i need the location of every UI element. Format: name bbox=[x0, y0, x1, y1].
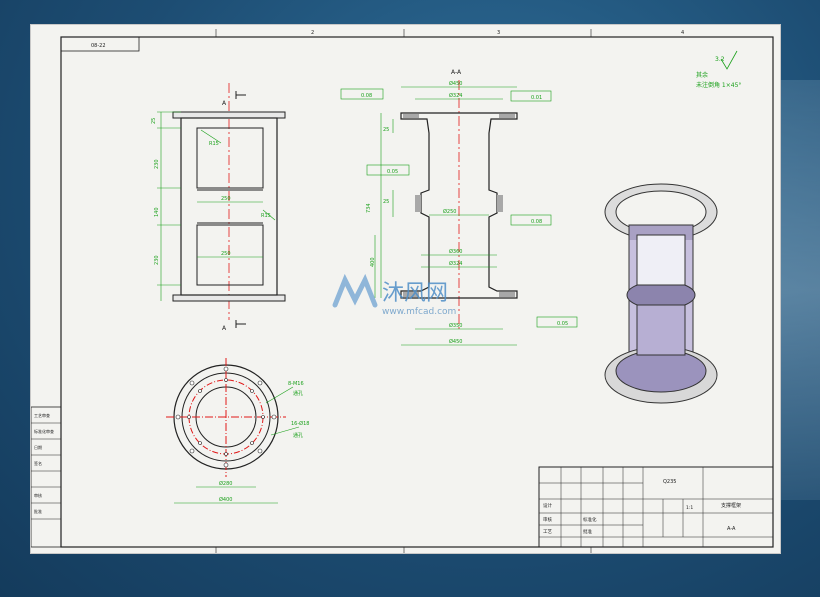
title-row-label: 标准化 bbox=[583, 516, 597, 523]
dim-label: 通孔 bbox=[293, 432, 303, 439]
material-label: Q235 bbox=[663, 479, 676, 485]
tolerance-value: 0.05 bbox=[557, 321, 568, 327]
title-row-label: 工艺 bbox=[543, 529, 552, 535]
drawing-number: A-A bbox=[727, 526, 736, 532]
left-col-label: 批准 bbox=[34, 508, 42, 514]
section-title: A-A bbox=[451, 69, 462, 76]
dim-label: Ø450 bbox=[449, 338, 462, 345]
dim-label: 250 bbox=[221, 251, 231, 257]
left-col-label: 工艺审查 bbox=[34, 412, 50, 418]
dim-label: 16-Ø18 bbox=[291, 420, 309, 427]
dim-label: Ø450 bbox=[449, 80, 462, 87]
dim-label: Ø324 bbox=[449, 260, 462, 267]
dim-label: R15 bbox=[209, 141, 219, 147]
dim-label: 734 bbox=[366, 203, 372, 213]
title-block: Q235 支撑框架 A-A 1:1 设计 审核 工艺 标准化 批准 bbox=[538, 466, 774, 548]
title-row-label: 批准 bbox=[583, 528, 592, 535]
left-col-label: 审核 bbox=[34, 492, 42, 498]
zone-label: 3 bbox=[497, 30, 500, 36]
dim-label: 140 bbox=[154, 207, 160, 217]
zone-label: 4 bbox=[681, 30, 684, 36]
note-line: 未注倒角 1×45° bbox=[696, 81, 741, 89]
dim-label: Ø280 bbox=[219, 480, 232, 487]
note-line: 其余 bbox=[696, 71, 708, 79]
watermark: 沐风网 www.mfcad.com bbox=[330, 270, 500, 324]
watermark-brand: 沐风网 bbox=[382, 281, 448, 306]
tolerance-value: 0.05 bbox=[387, 169, 398, 175]
dim-label: 250 bbox=[221, 196, 231, 202]
front-view: A A 25 230 140 230 250 250 R15 R15 bbox=[151, 83, 286, 332]
title-row-label: 审核 bbox=[543, 516, 552, 523]
watermark-url: www.mfcad.com bbox=[382, 307, 456, 317]
roughness-value: 3.2 bbox=[715, 56, 725, 63]
dim-label: Ø360 bbox=[449, 248, 462, 255]
dim-label: Ø250 bbox=[443, 208, 456, 215]
section-mark: A bbox=[222, 325, 227, 332]
dim-label: 8-M16 bbox=[288, 381, 304, 387]
left-col-label: 标准化审查 bbox=[34, 428, 54, 434]
isometric-view bbox=[604, 183, 718, 404]
left-col-label: 签名 bbox=[34, 460, 42, 466]
top-view: Ø400 Ø280 8-M16 通孔 16-Ø18 通孔 bbox=[166, 358, 309, 504]
title-row-label: 设计 bbox=[543, 502, 552, 509]
tolerance-value: 0.08 bbox=[361, 93, 372, 99]
tolerance-value: 0.08 bbox=[531, 219, 542, 225]
zone-label: 2 bbox=[311, 30, 314, 36]
dim-label: Ø324 bbox=[449, 92, 462, 99]
dim-label: Ø400 bbox=[219, 496, 232, 503]
dim-label: R15 bbox=[261, 213, 271, 219]
dim-label: 400 bbox=[370, 257, 376, 267]
roughness-note: 3.2 其余 未注倒角 1×45° bbox=[696, 50, 741, 89]
section-mark: A bbox=[222, 100, 227, 107]
part-name: 支撑框架 bbox=[721, 502, 741, 509]
scale-label: 1:1 bbox=[686, 505, 693, 511]
corner-code: 08-22 bbox=[91, 43, 106, 49]
logo-icon bbox=[332, 273, 378, 308]
left-col-label: 日期 bbox=[34, 444, 42, 450]
dim-label: 25 bbox=[383, 127, 389, 133]
dim-label: 通孔 bbox=[293, 390, 303, 397]
dim-label: 25 bbox=[151, 118, 157, 124]
dim-label: 230 bbox=[154, 255, 160, 265]
dim-label: 25 bbox=[383, 199, 389, 205]
tolerance-value: 0.01 bbox=[531, 95, 542, 101]
dim-label: 230 bbox=[154, 159, 160, 169]
left-column-table: 工艺审查 标准化审查 日期 签名 审核 批准 bbox=[30, 406, 62, 548]
